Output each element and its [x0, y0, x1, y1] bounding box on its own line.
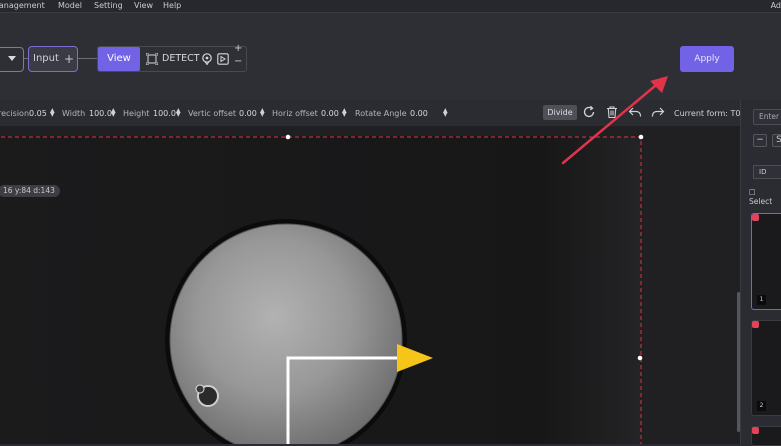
height-label: Height	[123, 109, 150, 118]
chevron-down-icon	[8, 56, 16, 61]
horizontal-offset-label: Horiz offset	[272, 109, 318, 118]
expand-plus-icon[interactable]: +	[234, 43, 242, 54]
detect-frame-icon	[146, 53, 158, 65]
export-box-icon[interactable]	[217, 53, 229, 65]
menu-help[interactable]: Help	[163, 0, 181, 11]
view-node-button[interactable]: View	[98, 47, 140, 71]
connector-line	[78, 58, 97, 59]
vertical-offset-value[interactable]: 0.00	[239, 109, 257, 118]
status-badge	[752, 321, 759, 328]
apply-button[interactable]: Apply	[680, 46, 734, 72]
refresh-icon[interactable]	[582, 105, 596, 119]
width-value[interactable]: 100.0	[89, 109, 112, 118]
height-value[interactable]: 100.0	[153, 109, 176, 118]
resize-handle-top-right[interactable]	[638, 134, 644, 140]
undo-icon[interactable]	[628, 105, 642, 119]
height-spinner-icon[interactable]: ▲ ▼	[176, 108, 181, 118]
result-thumbnail[interactable]	[751, 426, 781, 446]
status-badge	[752, 214, 759, 221]
axis-gizmo[interactable]	[286, 356, 400, 444]
selection-box[interactable]	[0, 136, 642, 444]
input-node-label: Input	[33, 53, 59, 64]
rotate-angle-value[interactable]: 0.00	[410, 109, 428, 118]
thumbnail-number: 1	[757, 295, 766, 305]
rotate-angle-label: Rotate Angle	[355, 109, 407, 118]
thumbnail-number: 2	[757, 401, 766, 411]
input-node[interactable]: Input +	[28, 46, 78, 72]
menu-bar: Management Model Setting View Help Ad	[0, 0, 781, 12]
menu-model[interactable]: Model	[58, 0, 82, 11]
source-dropdown[interactable]	[0, 47, 24, 72]
menu-management[interactable]: Management	[0, 0, 45, 11]
canvas-overlay	[0, 134, 644, 444]
select-all-label: Select	[749, 197, 773, 206]
image-canvas[interactable]: 16 y:84 d:143	[0, 126, 740, 444]
current-form-label: Current form: T0	[674, 109, 741, 118]
vertical-offset-label: Vertic offset	[188, 109, 236, 118]
precision-spinner-icon[interactable]: ▲ ▼	[50, 108, 55, 118]
panel-s-button[interactable]: S	[772, 134, 781, 147]
results-panel: Enter − S ID ☐ Select 1 2	[737, 100, 781, 446]
width-spinner-icon[interactable]: ▲ ▼	[111, 108, 116, 118]
result-thumbnail[interactable]: 2	[751, 320, 781, 416]
panel-scrollbar[interactable]	[737, 292, 740, 432]
parameter-bar: recision 0.05 ▲ ▼ Width 100.0 ▲ ▼ Height 1…	[0, 100, 781, 126]
resize-handle-right[interactable]	[637, 355, 643, 361]
status-badge	[752, 427, 759, 434]
panel-search-input[interactable]: Enter	[753, 109, 781, 125]
precision-label: recision	[0, 109, 30, 118]
result-thumbnail[interactable]: 1	[751, 213, 781, 310]
menu-setting[interactable]: Setting	[94, 0, 123, 11]
view-node-group: View DETECT + −	[97, 43, 247, 72]
resize-handle-top[interactable]	[285, 134, 291, 140]
add-input-icon[interactable]: +	[64, 47, 74, 71]
collapse-minus-icon[interactable]: −	[234, 56, 242, 67]
panel-sort-select[interactable]: ID	[753, 165, 781, 179]
detect-node-label[interactable]: DETECT	[162, 47, 200, 71]
location-pin-icon[interactable]	[201, 53, 213, 65]
horizontal-offset-spinner-icon[interactable]: ▲ ▼	[342, 108, 347, 118]
menu-account[interactable]: Ad	[771, 0, 781, 11]
divide-button[interactable]: Divide	[543, 105, 577, 120]
panel-minus-button[interactable]: −	[753, 134, 767, 147]
pipeline-toolbar: Input + View DETECT + − Apply	[0, 12, 781, 100]
redo-icon[interactable]	[651, 105, 665, 119]
menu-view[interactable]: View	[134, 0, 153, 11]
horizontal-offset-value[interactable]: 0.00	[321, 109, 339, 118]
select-all-checkbox[interactable]: ☐ Select	[749, 188, 781, 206]
x-axis-arrow-icon[interactable]	[397, 344, 433, 372]
precision-value[interactable]: 0.05	[29, 109, 47, 118]
vertical-offset-spinner-icon[interactable]: ▲ ▼	[260, 108, 265, 118]
rotate-angle-spinner-icon[interactable]: ▲ ▼	[443, 108, 448, 118]
checkbox-icon: ☐	[749, 188, 756, 197]
width-label: Width	[62, 109, 86, 118]
trash-icon[interactable]	[605, 105, 619, 119]
